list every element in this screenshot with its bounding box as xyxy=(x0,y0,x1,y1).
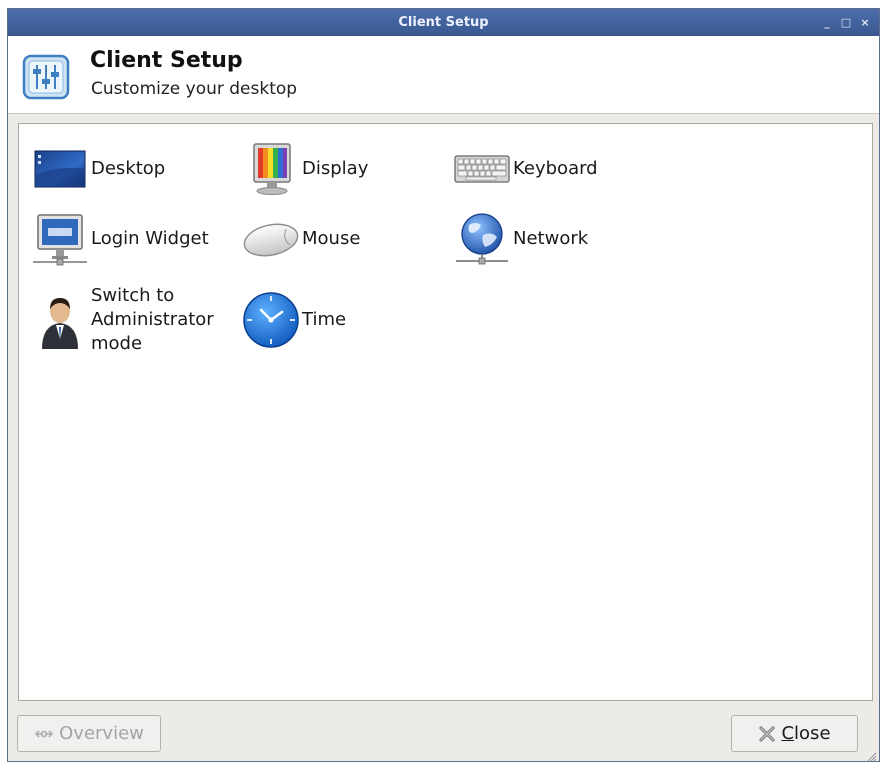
minimize-icon[interactable]: _ xyxy=(821,16,833,29)
item-label: Login Widget xyxy=(91,228,209,249)
close-button[interactable]: Close xyxy=(731,715,858,752)
display-monitor-icon xyxy=(242,140,300,198)
header-title: Client Setup xyxy=(90,48,243,73)
item-keyboard[interactable]: Keyboard xyxy=(453,140,598,198)
item-display[interactable]: Display xyxy=(242,140,368,198)
header-banner: Client Setup Customize your desktop xyxy=(8,36,879,114)
applet-grid: Desktop Display Keyboard Login Widget Mo… xyxy=(18,123,873,701)
header-subtitle: Customize your desktop xyxy=(91,79,298,99)
clock-icon xyxy=(242,291,300,349)
item-login-widget[interactable]: Login Widget xyxy=(31,210,209,268)
item-label: Switch to Administrator mode xyxy=(91,285,214,354)
item-label: Network xyxy=(513,228,589,249)
mouse-icon xyxy=(242,210,300,268)
window-controls: _ □ × xyxy=(821,9,871,36)
item-label: Keyboard xyxy=(513,158,598,179)
item-mouse[interactable]: Mouse xyxy=(242,210,360,268)
item-switch-administrator-mode[interactable]: Switch to Administrator mode xyxy=(31,284,241,356)
title-bar[interactable]: Client Setup _ □ × xyxy=(8,9,879,36)
settings-sliders-icon xyxy=(20,52,72,102)
overview-arrows-icon xyxy=(34,725,54,743)
overview-label: Overview xyxy=(59,723,144,744)
close-window-icon[interactable]: × xyxy=(859,16,871,29)
administrator-person-icon xyxy=(31,291,89,349)
window-title: Client Setup xyxy=(398,15,489,30)
client-setup-window: Client Setup _ □ × Client Setup Customiz… xyxy=(7,8,880,762)
close-label: Close xyxy=(781,723,831,744)
overview-button[interactable]: Overview xyxy=(17,715,161,752)
resize-grip-icon[interactable] xyxy=(865,747,877,762)
network-globe-icon xyxy=(453,210,511,268)
desktop-wallpaper-icon xyxy=(31,140,89,198)
keyboard-icon xyxy=(453,140,511,198)
close-x-icon xyxy=(758,725,776,743)
item-label: Desktop xyxy=(91,158,166,179)
item-label: Mouse xyxy=(302,228,361,249)
item-label: Time xyxy=(302,309,347,330)
maximize-icon[interactable]: □ xyxy=(840,16,852,29)
login-monitor-icon xyxy=(31,210,89,268)
item-network[interactable]: Network xyxy=(453,210,588,268)
item-time[interactable]: Time xyxy=(242,291,346,349)
item-label: Display xyxy=(302,158,369,179)
item-desktop[interactable]: Desktop xyxy=(31,140,165,198)
